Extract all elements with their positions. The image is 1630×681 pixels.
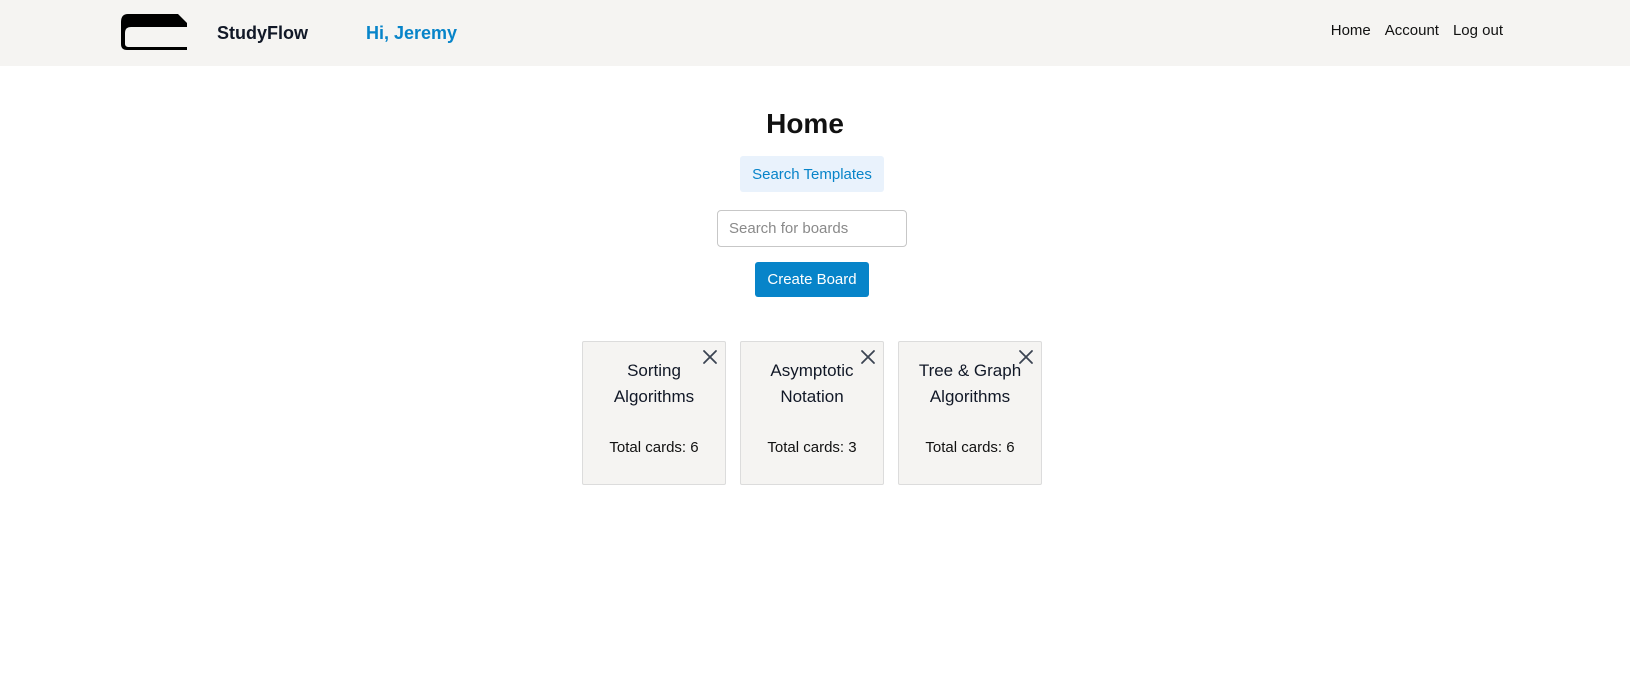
board-title: Asymptotic Notation: [770, 361, 854, 406]
board-card[interactable]: Sorting Algorithms Total cards: 6: [582, 341, 726, 485]
board-search-input[interactable]: [717, 210, 907, 247]
board-title: Sorting Algorithms: [613, 361, 695, 406]
board-title: Tree & Graph Algorithms: [918, 361, 1022, 406]
nav-home-link[interactable]: Home: [1331, 21, 1371, 41]
board-card-count: Total cards: 3: [741, 438, 883, 458]
top-navbar: StudyFlow Hi, Jeremy Home Account Log ou…: [0, 0, 1630, 66]
board-card-count: Total cards: 6: [583, 438, 725, 458]
nav-links: Home Account Log out: [1331, 21, 1503, 41]
brand-name[interactable]: StudyFlow: [217, 21, 308, 45]
create-board-button[interactable]: Create Board: [755, 262, 869, 297]
close-icon[interactable]: [701, 348, 719, 366]
nav-logout-link[interactable]: Log out: [1453, 21, 1503, 41]
board-card-count-label: Total cards:: [767, 439, 849, 456]
board-list: Sorting Algorithms Total cards: 6 Asympt…: [582, 341, 1042, 485]
board-card-count-value: 3: [848, 439, 857, 456]
board-card-count-value: 6: [1006, 439, 1015, 456]
board-card-count-label: Total cards:: [609, 439, 691, 456]
board-card-count-value: 6: [690, 439, 699, 456]
search-templates-button[interactable]: Search Templates: [740, 156, 884, 192]
close-icon[interactable]: [859, 348, 877, 366]
board-card[interactable]: Asymptotic Notation Total cards: 3: [740, 341, 884, 485]
user-greeting: Hi, Jeremy: [366, 23, 458, 43]
board-card[interactable]: Tree & Graph Algorithms Total cards: 6: [898, 341, 1042, 485]
nav-account-link[interactable]: Account: [1385, 21, 1439, 41]
board-card-count: Total cards: 6: [899, 438, 1041, 458]
close-icon[interactable]: [1017, 348, 1035, 366]
page-title: Home: [766, 108, 844, 139]
book-icon[interactable]: [120, 13, 188, 51]
board-card-count-label: Total cards:: [925, 439, 1007, 456]
